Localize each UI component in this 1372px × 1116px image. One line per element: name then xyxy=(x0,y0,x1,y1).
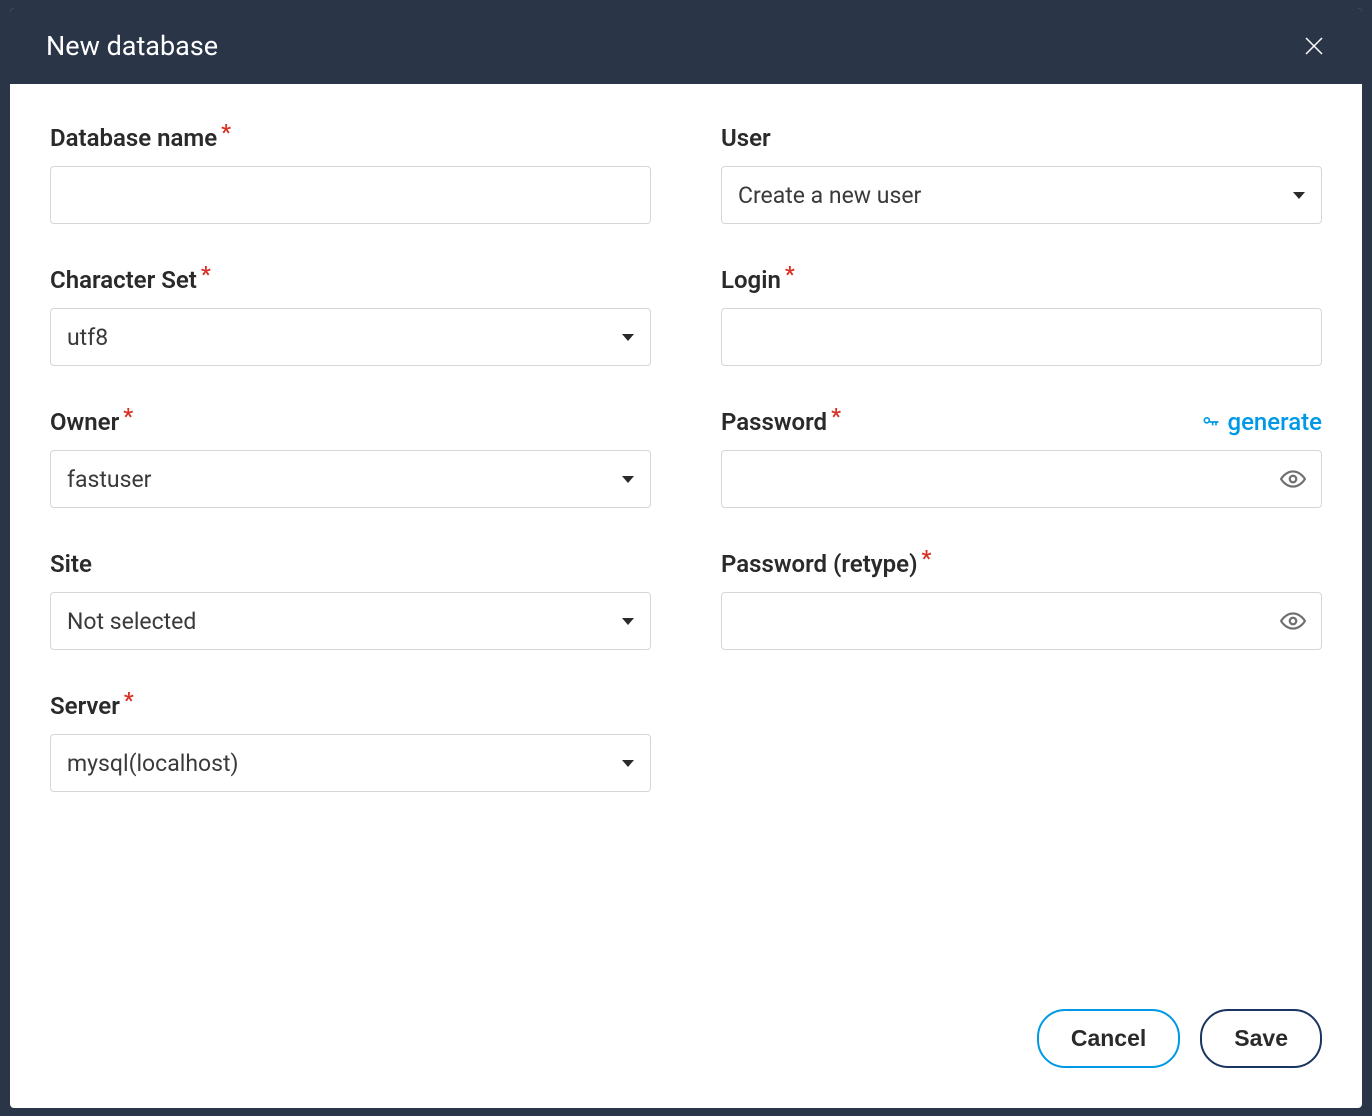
label-text: Password (retype) xyxy=(721,550,918,578)
chevron-down-icon xyxy=(622,334,634,341)
character-set-label: Character Set* xyxy=(50,266,651,294)
login-input[interactable] xyxy=(721,308,1322,366)
password-label: Password* xyxy=(721,408,841,436)
save-button[interactable]: Save xyxy=(1200,1009,1322,1068)
chevron-down-icon xyxy=(622,618,634,625)
character-set-group: Character Set* utf8 xyxy=(50,266,651,366)
cancel-button[interactable]: Cancel xyxy=(1037,1009,1180,1068)
required-asterisk: * xyxy=(123,405,133,430)
required-asterisk: * xyxy=(201,263,211,288)
select-value: Not selected xyxy=(67,608,196,635)
database-name-input[interactable] xyxy=(50,166,651,224)
select-value: Create a new user xyxy=(738,182,921,209)
user-group: User Create a new user xyxy=(721,124,1322,224)
chevron-down-icon xyxy=(622,476,634,483)
label-text: Character Set xyxy=(50,266,197,294)
password-wrapper xyxy=(721,450,1322,508)
right-column: User Create a new user Login* Password* xyxy=(721,124,1322,969)
database-name-label: Database name* xyxy=(50,124,651,152)
login-label: Login* xyxy=(721,266,1322,294)
required-asterisk: * xyxy=(785,263,795,288)
label-text: Database name xyxy=(50,124,217,152)
site-label: Site xyxy=(50,550,651,578)
required-asterisk: * xyxy=(831,405,841,430)
owner-group: Owner* fastuser xyxy=(50,408,651,508)
generate-text: generate xyxy=(1227,408,1322,436)
new-database-modal: New database Database name* Character Se… xyxy=(10,8,1362,1108)
required-asterisk: * xyxy=(124,689,134,714)
label-text: Owner xyxy=(50,408,119,436)
label-text: Password xyxy=(721,408,827,436)
label-text: Server xyxy=(50,692,120,720)
select-value: utf8 xyxy=(67,324,108,351)
server-label: Server* xyxy=(50,692,651,720)
label-text: User xyxy=(721,124,771,152)
modal-body: Database name* Character Set* utf8 Owner… xyxy=(10,84,1362,989)
character-set-select[interactable]: utf8 xyxy=(50,308,651,366)
label-text: Login xyxy=(721,266,781,294)
required-asterisk: * xyxy=(221,121,231,146)
select-value: fastuser xyxy=(67,466,151,493)
chevron-down-icon xyxy=(1293,192,1305,199)
user-select[interactable]: Create a new user xyxy=(721,166,1322,224)
owner-select[interactable]: fastuser xyxy=(50,450,651,508)
eye-icon[interactable] xyxy=(1280,466,1306,492)
label-text: Site xyxy=(50,550,92,578)
site-select[interactable]: Not selected xyxy=(50,592,651,650)
login-group: Login* xyxy=(721,266,1322,366)
password-label-row: Password* generate xyxy=(721,408,1322,436)
site-group: Site Not selected xyxy=(50,550,651,650)
database-name-group: Database name* xyxy=(50,124,651,224)
modal-header: New database xyxy=(10,8,1362,84)
password-retype-input[interactable] xyxy=(721,592,1322,650)
password-input[interactable] xyxy=(721,450,1322,508)
modal-title: New database xyxy=(46,30,218,62)
left-column: Database name* Character Set* utf8 Owner… xyxy=(50,124,651,969)
password-retype-label: Password (retype)* xyxy=(721,550,1322,578)
eye-icon[interactable] xyxy=(1280,608,1306,634)
server-group: Server* mysql(localhost) xyxy=(50,692,651,792)
key-icon xyxy=(1201,412,1221,432)
user-label: User xyxy=(721,124,1322,152)
required-asterisk: * xyxy=(922,547,932,572)
chevron-down-icon xyxy=(622,760,634,767)
owner-label: Owner* xyxy=(50,408,651,436)
password-retype-wrapper xyxy=(721,592,1322,650)
password-group: Password* generate xyxy=(721,408,1322,508)
close-icon[interactable] xyxy=(1302,34,1326,58)
server-select[interactable]: mysql(localhost) xyxy=(50,734,651,792)
select-value: mysql(localhost) xyxy=(67,750,239,777)
password-retype-group: Password (retype)* xyxy=(721,550,1322,650)
modal-footer: Cancel Save xyxy=(10,989,1362,1108)
generate-password-link[interactable]: generate xyxy=(1201,408,1322,436)
